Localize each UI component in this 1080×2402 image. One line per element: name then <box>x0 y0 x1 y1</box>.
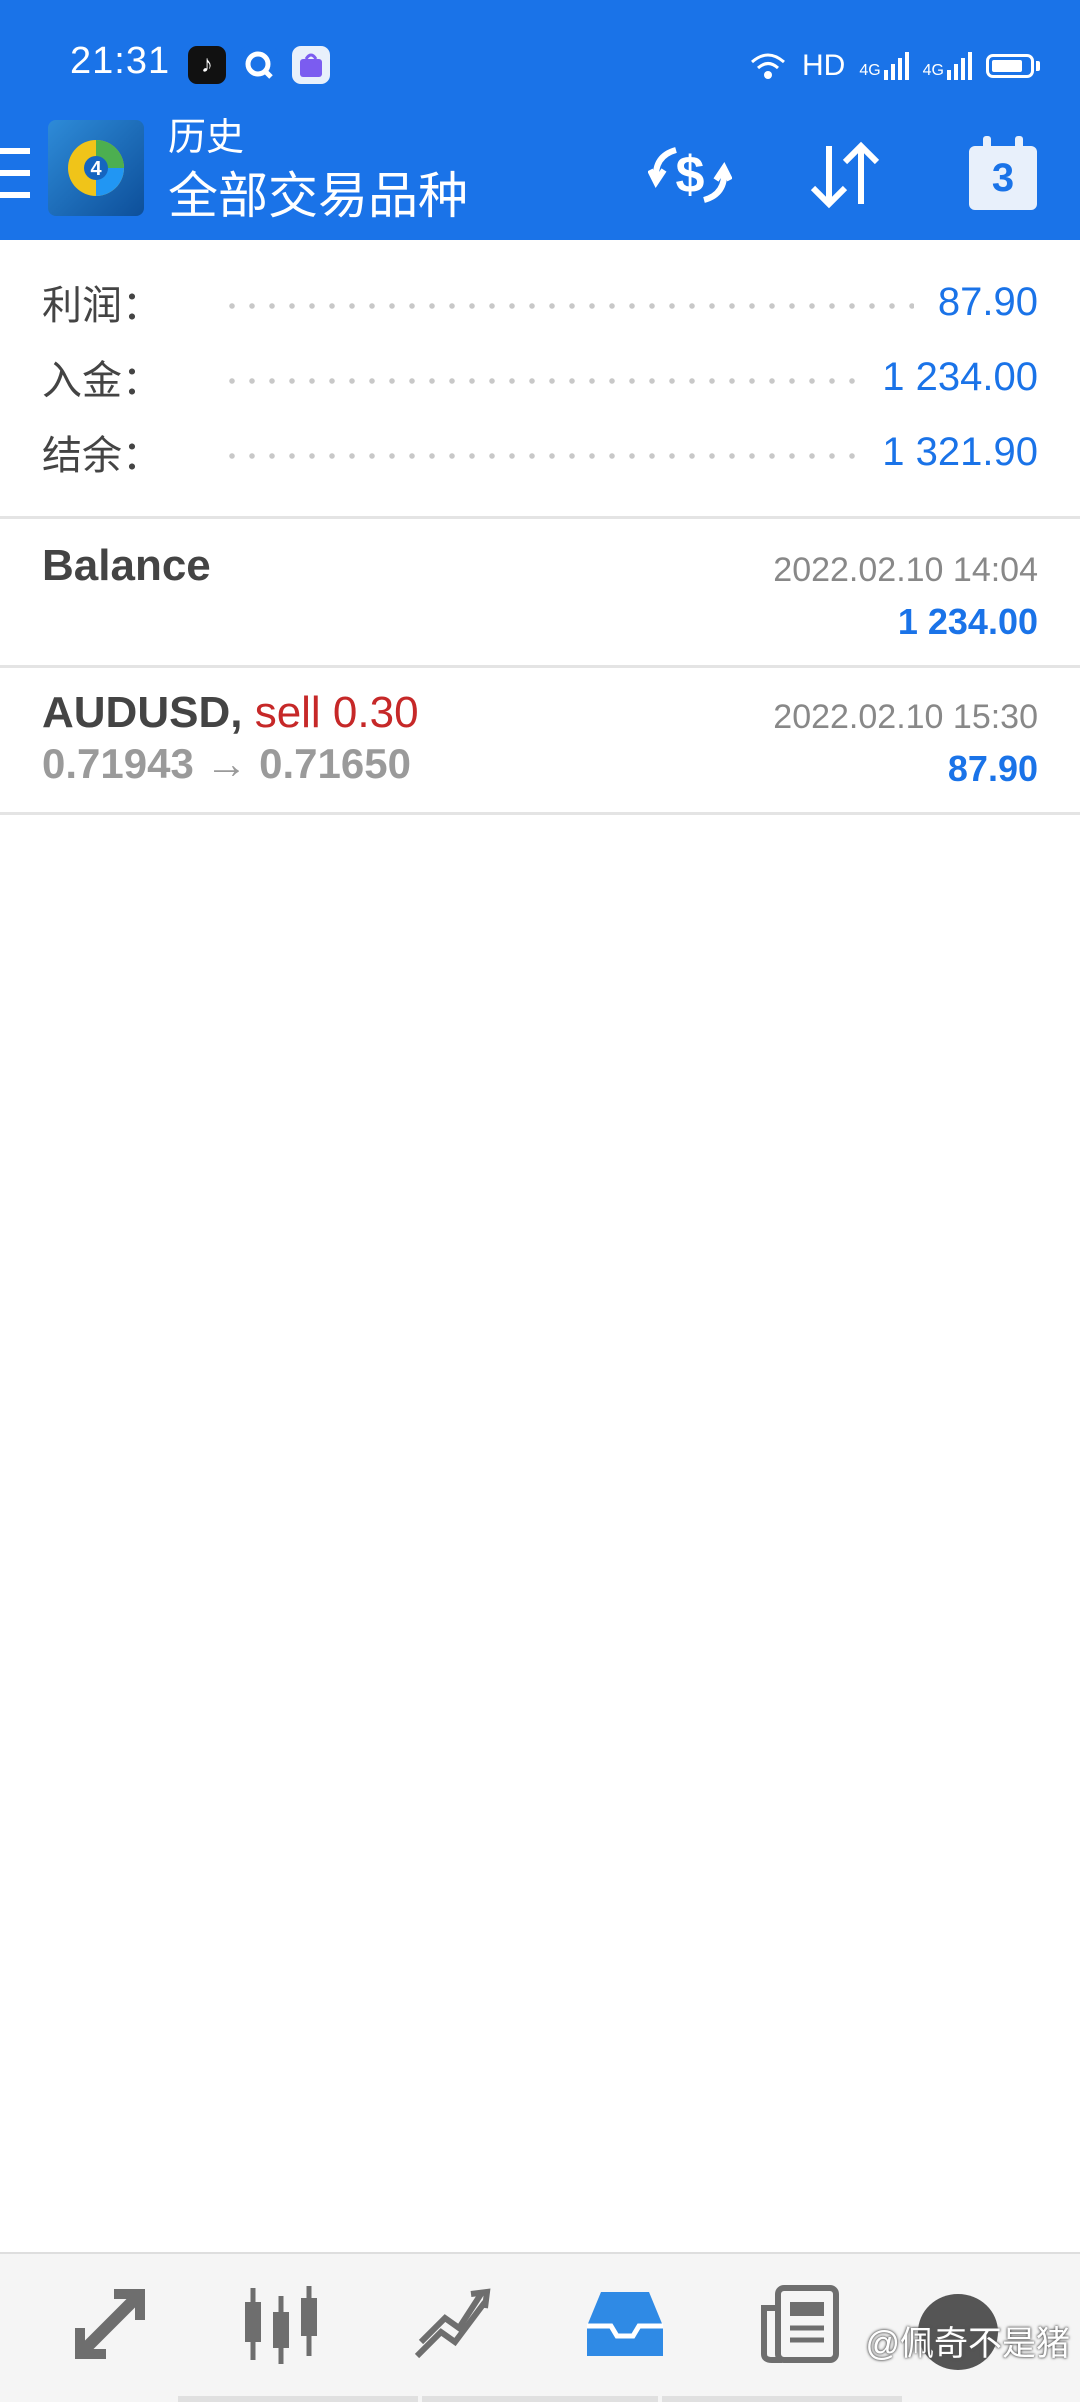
nav-quotes[interactable] <box>55 2274 165 2374</box>
menu-icon[interactable] <box>0 148 30 198</box>
wifi-icon <box>750 53 785 79</box>
nav-underline <box>662 2396 902 2402</box>
sort-arrows-icon <box>810 141 880 209</box>
deposit-value: 1 234.00 <box>882 354 1038 399</box>
calendar-icon: 3 <box>969 136 1037 210</box>
dot-leader <box>222 453 859 459</box>
summary-row-profit: 利润： 87.90 <box>42 272 1038 332</box>
toolbar-titles: 历史 全部交易品种 <box>168 112 468 228</box>
deal-prices: 0.71943 → 0.71650 <box>42 740 411 787</box>
deal-time: 2022.02.10 14:04 <box>773 551 1038 589</box>
bottom-navigation: @佩奇不是猪 <box>0 2252 1080 2402</box>
trade-lines-icon <box>414 2288 491 2359</box>
dollar-exchange-icon: $ <box>648 146 732 204</box>
battery-icon <box>986 54 1034 78</box>
deal-row-balance[interactable]: Balance 2022.02.10 14:04 1 234.00 <box>0 519 1080 665</box>
divider <box>0 812 1080 815</box>
summary-row-deposit: 入金： 1 234.00 <box>42 347 1038 407</box>
nav-underline <box>178 2396 418 2402</box>
calendar-button[interactable]: 3 <box>958 130 1048 220</box>
nav-news[interactable] <box>745 2274 855 2374</box>
deal-title: Balance <box>42 541 211 590</box>
quotes-arrows-icon <box>75 2289 145 2359</box>
nav-chart[interactable] <box>226 2274 336 2374</box>
inbox-icon <box>587 2292 663 2356</box>
deal-action: sell 0.30 <box>254 688 419 737</box>
deal-title: AUDUSD, sell 0.30 <box>42 688 419 738</box>
news-icon <box>761 2285 839 2363</box>
tiktok-icon: ♪ <box>188 46 226 84</box>
profit-value: 87.90 <box>937 279 1038 324</box>
balance-label: 结余： <box>42 434 162 478</box>
deposit-label: 入金： <box>42 359 162 403</box>
candlestick-icon <box>245 2286 317 2364</box>
shopping-app-icon <box>292 46 330 84</box>
svg-text:$: $ <box>676 146 705 204</box>
nav-history[interactable] <box>570 2274 680 2374</box>
deal-amount: 1 234.00 <box>897 601 1038 642</box>
nav-underline <box>422 2396 658 2402</box>
svg-text:4: 4 <box>90 158 102 180</box>
deal-time: 2022.02.10 15:30 <box>773 698 1038 736</box>
search-app-icon <box>240 46 278 84</box>
app-toolbar: 4 历史 全部交易品种 $ 3 <box>0 110 1080 240</box>
signal-icon-1: 4G <box>859 52 909 80</box>
summary-panel: 利润： 87.90 入金： 1 234.00 结余： 1 321.90 <box>0 240 1080 516</box>
deal-row-audusd[interactable]: AUDUSD, sell 0.30 2022.02.10 15:30 0.719… <box>0 668 1080 812</box>
dot-leader <box>222 378 859 384</box>
network-type: HD <box>801 49 846 82</box>
metatrader-logo-icon[interactable]: 4 <box>48 120 144 216</box>
page-subtitle: 历史 <box>168 117 245 159</box>
status-time: 21:31 <box>70 40 171 82</box>
nav-trade[interactable] <box>398 2274 508 2374</box>
deal-amount: 87.90 <box>947 748 1038 789</box>
profit-label: 利润： <box>42 284 162 328</box>
currency-exchange-button[interactable]: $ <box>645 130 735 220</box>
deal-symbol: AUDUSD, <box>42 688 243 737</box>
status-indicators: HD 4G 4G <box>748 44 1040 88</box>
sort-button[interactable] <box>800 130 890 220</box>
signal-icon-2: 4G <box>923 52 972 80</box>
watermark: @佩奇不是猪 <box>865 2325 1070 2363</box>
balance-value: 1 321.90 <box>882 429 1038 474</box>
page-title[interactable]: 全部交易品种 <box>168 164 468 228</box>
dot-leader <box>222 303 914 309</box>
summary-row-balance: 结余： 1 321.90 <box>42 422 1038 482</box>
